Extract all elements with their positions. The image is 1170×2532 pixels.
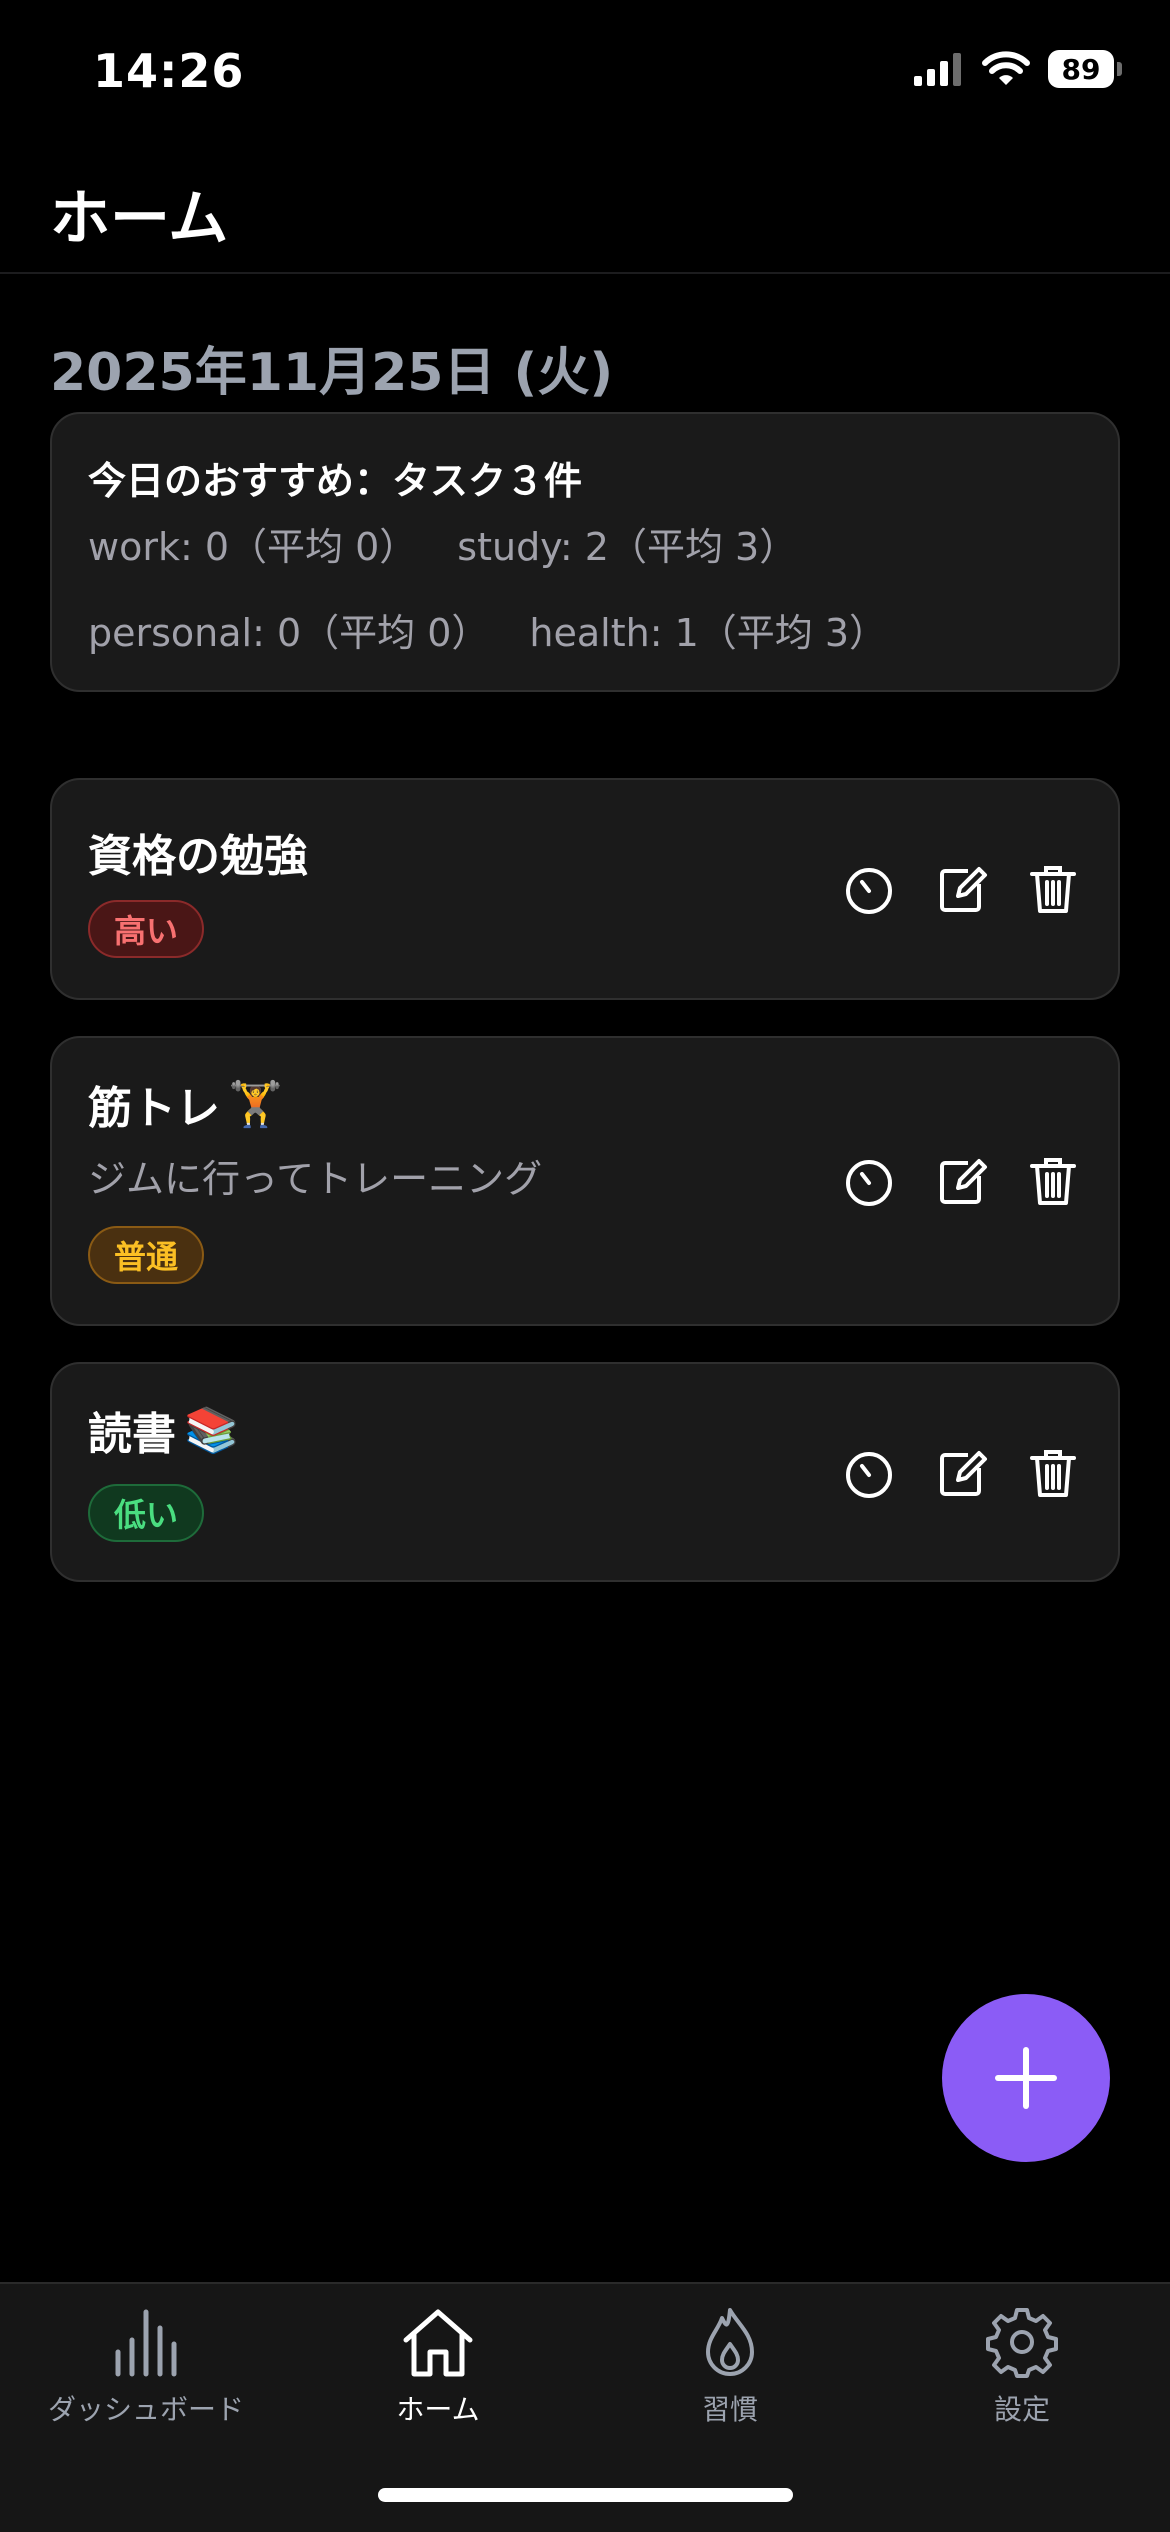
recommendation-stats-row: personal: 0（平均 0） health: 1（平均 3） [88,602,887,657]
priority-badge-medium: 普通 [88,1226,205,1284]
nav-label: 設定 [993,2393,1050,2426]
task-title: 読書 📚 [88,1398,239,1462]
edit-button[interactable] [934,1154,988,1208]
gear-icon [986,2308,1058,2378]
header: ホーム [0,140,1170,274]
task-card[interactable]: 読書 📚 低い [50,1362,1120,1582]
delete-button[interactable] [1026,1154,1080,1208]
nav-label: 習慣 [701,2393,758,2426]
stat-work: work: 0（平均 0） [88,525,418,569]
stat-personal: personal: 0（平均 0） [88,611,490,655]
weightlifter-emoji: 🏋️ [228,1079,283,1130]
task-title: 資格の勉強 [88,820,308,884]
task-title: 筋トレ 🏋️ [88,1072,283,1136]
delete-button[interactable] [1026,1446,1080,1500]
timer-icon [846,1160,892,1206]
timer-icon [846,868,892,914]
edit-icon [940,1159,987,1204]
task-card[interactable]: 筋トレ 🏋️ ジムに行ってトレーニング 普通 [50,1036,1120,1326]
task-title-text: 資格の勉強 [88,831,308,882]
add-task-button[interactable] [942,1994,1110,2162]
edit-icon [940,867,987,912]
nav-label: ダッシュボード [47,2393,244,2426]
status-icons: 89 [914,50,1122,88]
edit-icon [940,1451,987,1496]
task-title-text: 読書 [88,1409,176,1460]
task-actions [842,862,1080,916]
status-bar: 14:26 89 [0,0,1170,140]
trash-icon [1030,1158,1076,1205]
task-card[interactable]: 資格の勉強 高い [50,778,1120,1000]
plus-icon [995,2047,1057,2109]
timer-button[interactable] [842,1446,896,1500]
task-description: ジムに行ってトレーニング [88,1157,543,1201]
stat-health: health: 1（平均 3） [529,611,888,655]
recommendation-stats-row: work: 0（平均 0） study: 2（平均 3） [88,516,797,571]
timer-button[interactable] [842,862,896,916]
wifi-icon [982,51,1030,85]
task-actions [842,1446,1080,1500]
trash-icon [1030,866,1076,913]
books-emoji: 📚 [184,1405,239,1456]
nav-label: ホーム [396,2393,480,2426]
task-actions [842,1154,1080,1208]
timer-button[interactable] [842,1154,896,1208]
home-indicator [378,2488,793,2502]
signal-icon [914,53,961,86]
recommendation-card: 今日のおすすめ：タスク３件 work: 0（平均 0） study: 2（平均 3… [50,412,1120,692]
task-title-text: 筋トレ [88,1083,220,1134]
page-title: ホーム [50,184,229,254]
battery-icon: 89 [1048,50,1122,88]
recommendation-title: 今日のおすすめ：タスク３件 [88,459,583,503]
date-heading: 2025年11月25日 (火) [50,343,614,403]
nav-habits[interactable]: 習慣 [584,2304,876,2428]
status-time: 14:26 [93,44,245,98]
chart-bars-icon [115,2309,177,2377]
trash-icon [1030,1450,1076,1497]
home-icon [403,2309,473,2377]
nav-dashboard[interactable]: ダッシュボード [0,2304,292,2428]
timer-icon [846,1452,892,1498]
edit-button[interactable] [934,1446,988,1500]
screen: 14:26 89 ホーム 2025年11月25日 (火) 今日のおすすめ：タスク… [0,0,1170,2532]
edit-button[interactable] [934,862,988,916]
delete-button[interactable] [1026,862,1080,916]
nav-home[interactable]: ホーム [292,2304,584,2428]
priority-badge-high: 高い [88,900,205,958]
priority-badge-low: 低い [88,1484,205,1542]
stat-study: study: 2（平均 3） [457,525,798,569]
flame-icon [706,2308,754,2376]
nav-settings[interactable]: 設定 [876,2304,1168,2428]
battery-level: 89 [1061,52,1101,86]
